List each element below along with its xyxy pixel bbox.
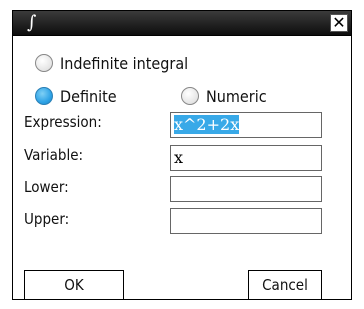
expression-input[interactable]: x^2+2x — [170, 112, 322, 138]
expression-label: Expression: — [24, 113, 102, 131]
radio-checked-icon — [35, 87, 53, 105]
variable-input[interactable]: x — [170, 145, 322, 171]
lower-label: Lower: — [24, 178, 69, 196]
integral-icon: ∫ — [27, 12, 37, 33]
lower-input[interactable] — [170, 176, 322, 202]
radio-unchecked-icon — [35, 54, 53, 72]
ok-button[interactable]: OK — [24, 270, 124, 300]
upper-label: Upper: — [24, 210, 70, 228]
close-button[interactable]: ✕ — [330, 14, 348, 32]
variable-label: Variable: — [24, 146, 84, 164]
dialog-title-bar: ∫ ✕ — [12, 10, 352, 36]
radio-indefinite-integral[interactable]: Indefinite integral — [35, 51, 188, 75]
radio-numeric-label: Numeric — [206, 86, 267, 106]
radio-definite-label: Definite — [60, 86, 117, 106]
upper-input[interactable] — [170, 208, 322, 234]
radio-unchecked-icon — [181, 87, 199, 105]
radio-definite[interactable]: Definite — [35, 84, 117, 108]
cancel-button[interactable]: Cancel — [248, 270, 322, 300]
radio-indefinite-label: Indefinite integral — [60, 53, 189, 73]
radio-numeric[interactable]: Numeric — [181, 84, 267, 108]
variable-value: x — [174, 148, 184, 167]
expression-value: x^2+2x — [174, 115, 240, 134]
